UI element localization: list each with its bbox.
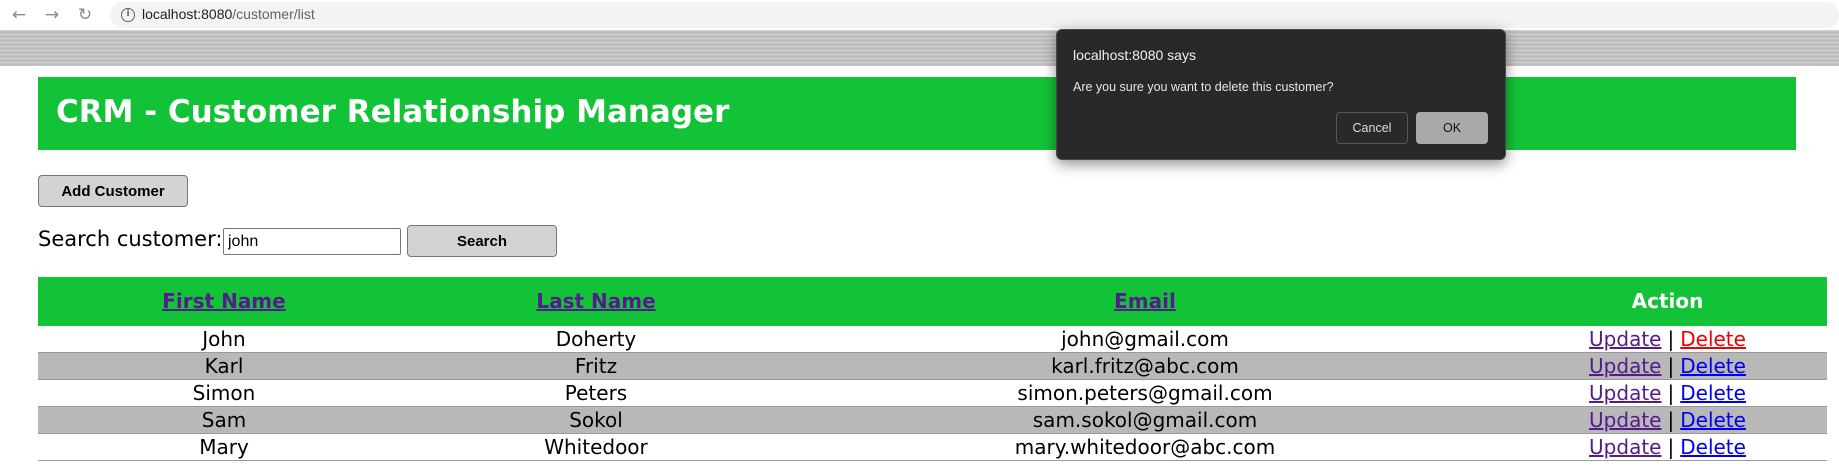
last-name-cell: Doherty (555, 327, 637, 351)
table-row: Simon Peters simon.peters@gmail.com Upda… (38, 380, 1827, 407)
action-cell: Update | Delete (1508, 380, 1827, 406)
search-button[interactable]: Search (407, 225, 557, 257)
address-bar[interactable]: i localhost:8080/customer/list (110, 2, 1839, 28)
url-path: /customer/list (232, 6, 315, 22)
url-text: localhost:8080/customer/list (142, 6, 315, 22)
column-header-first-name[interactable]: First Name (38, 277, 410, 326)
arrow-right-icon[interactable]: → (41, 4, 63, 26)
first-name-cell: Simon (192, 381, 256, 405)
browser-toolbar: ← → ↻ i localhost:8080/customer/list (0, 0, 1839, 30)
link-separator: | (1667, 381, 1675, 405)
add-customer-button[interactable]: Add Customer (38, 175, 188, 207)
link-separator: | (1667, 435, 1675, 459)
column-header-email[interactable]: Email (782, 277, 1508, 326)
update-link[interactable]: Update (1589, 381, 1661, 405)
last-name-cell: Peters (564, 381, 628, 405)
app-header: CRM - Customer Relationship Manager (38, 77, 1796, 150)
dialog-title: localhost:8080 says (1073, 47, 1196, 63)
ok-button[interactable]: OK (1416, 112, 1488, 144)
info-icon[interactable]: i (121, 8, 135, 22)
delete-link[interactable]: Delete (1680, 327, 1746, 351)
update-link[interactable]: Update (1589, 408, 1661, 432)
delete-link[interactable]: Delete (1680, 354, 1746, 378)
table-header: First Name Last Name Email Action (38, 277, 1827, 326)
first-name-cell: Karl (204, 354, 244, 378)
url-host: localhost:8080 (142, 6, 233, 22)
action-cell: Update | Delete (1508, 326, 1827, 352)
link-separator: | (1667, 354, 1675, 378)
search-input[interactable] (223, 228, 401, 255)
link-separator: | (1667, 327, 1675, 351)
last-name-cell: Fritz (574, 354, 618, 378)
first-name-cell: Sam (201, 408, 247, 432)
delete-link[interactable]: Delete (1680, 381, 1746, 405)
last-name-cell: Sokol (569, 408, 623, 432)
dialog-message: Are you sure you want to delete this cus… (1073, 80, 1334, 94)
column-header-last-name[interactable]: Last Name (410, 277, 782, 326)
table-row: John Doherty john@gmail.com Update | Delet… (38, 326, 1827, 353)
email-cell: john@gmail.com (1061, 327, 1229, 351)
delete-link[interactable]: Delete (1680, 408, 1746, 432)
table-row: Sam Sokol sam.sokol@gmail.com Update | Del… (38, 407, 1827, 434)
action-cell: Update | Delete (1508, 434, 1827, 460)
cancel-button[interactable]: Cancel (1336, 112, 1408, 144)
reload-icon[interactable]: ↻ (74, 4, 96, 26)
action-cell: Update | Delete (1508, 407, 1827, 433)
page-title: CRM - Customer Relationship Manager (56, 94, 730, 130)
update-link[interactable]: Update (1589, 354, 1661, 378)
link-separator: | (1667, 408, 1675, 432)
first-name-cell: Mary (199, 435, 249, 459)
action-cell: Update | Delete (1508, 353, 1827, 379)
page-banner-background (0, 30, 1839, 66)
last-name-cell: Whitedoor (544, 435, 648, 459)
email-cell: mary.whitedoor@abc.com (1014, 435, 1276, 459)
delete-link[interactable]: Delete (1680, 435, 1746, 459)
arrow-left-icon[interactable]: ← (8, 4, 30, 26)
first-name-cell: John (202, 327, 246, 351)
update-link[interactable]: Update (1589, 327, 1661, 351)
email-cell: sam.sokol@gmail.com (1032, 408, 1258, 432)
email-cell: karl.fritz@abc.com (1051, 354, 1239, 378)
customer-table: First Name Last Name Email Action John D… (38, 277, 1827, 461)
table-row: Karl Fritz karl.fritz@abc.com Update | Del… (38, 353, 1827, 380)
column-header-action: Action (1631, 289, 1704, 313)
search-label: Search customer: (38, 227, 223, 251)
table-row: Mary Whitedoor mary.whitedoor@abc.com Up… (38, 434, 1827, 461)
update-link[interactable]: Update (1589, 435, 1661, 459)
email-cell: simon.peters@gmail.com (1017, 381, 1273, 405)
confirm-dialog: localhost:8080 says Are you sure you wan… (1056, 29, 1506, 160)
